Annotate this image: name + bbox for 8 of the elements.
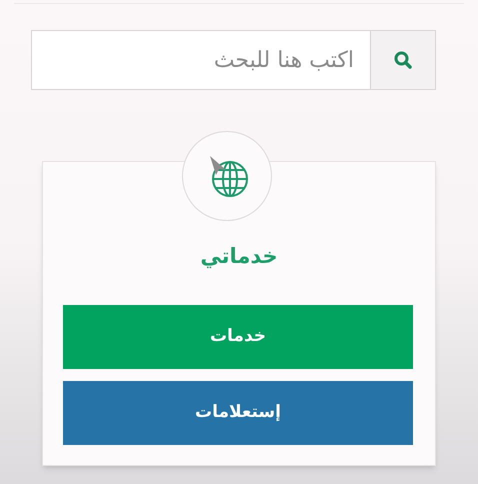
cursor-icon [208, 154, 228, 176]
search-button[interactable] [371, 30, 436, 90]
menu-button[interactable]: خدمات [63, 305, 413, 369]
globe-icon [210, 159, 250, 199]
search-field[interactable]: اكتب هنا للبحث [31, 30, 371, 90]
search-icon [393, 50, 413, 70]
menu-button[interactable]: إستعلامات [63, 381, 413, 445]
card-title: خدماتي [199, 243, 279, 270]
